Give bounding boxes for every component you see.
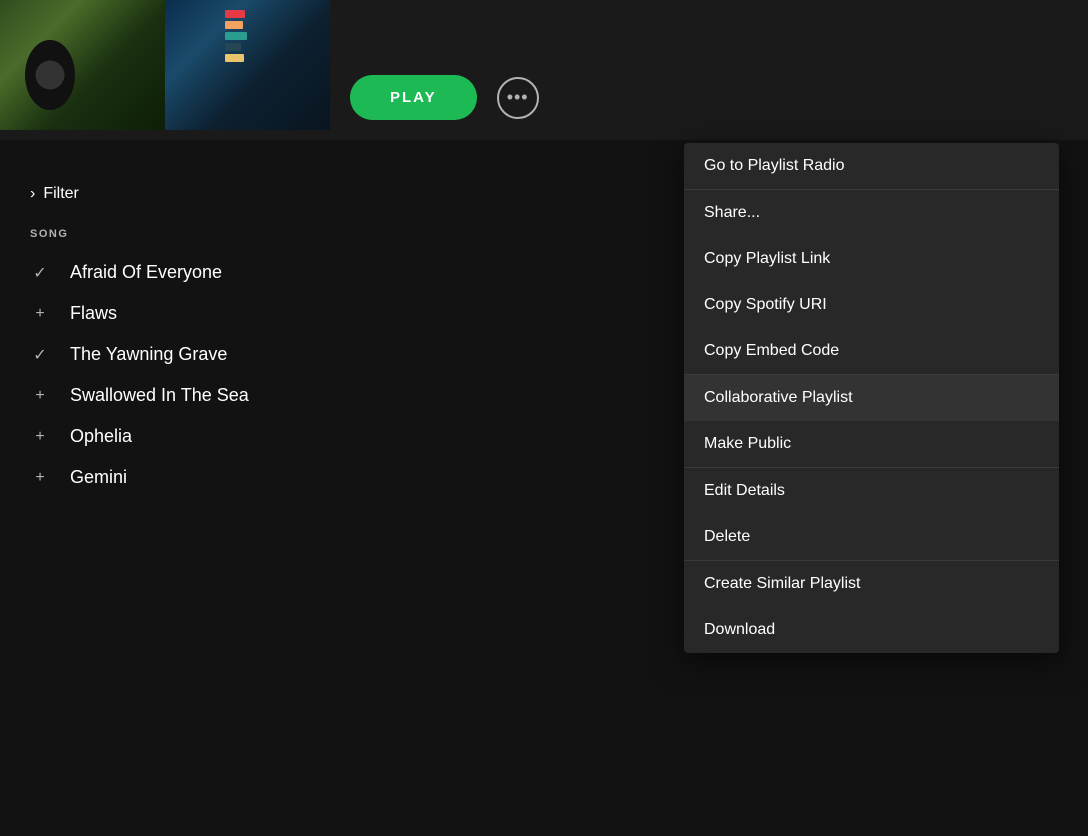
song-row[interactable]: + Ophelia bbox=[0, 416, 680, 457]
filter-area: ‹ Filter bbox=[0, 165, 680, 223]
context-menu-section-create: Create Similar Playlist Download bbox=[684, 561, 1059, 653]
song-row[interactable]: + Swallowed In The Sea bbox=[0, 375, 680, 416]
song-add-icon: + bbox=[30, 428, 50, 446]
controls-area: PLAY ••• bbox=[350, 75, 539, 120]
download-item[interactable]: Download bbox=[684, 607, 1059, 653]
filter-chevron: ‹ bbox=[30, 185, 35, 203]
song-title: Swallowed In The Sea bbox=[70, 385, 249, 406]
go-to-playlist-radio-item[interactable]: Go to Playlist Radio bbox=[684, 143, 1059, 189]
song-row[interactable]: + Gemini bbox=[0, 457, 680, 498]
song-add-icon: + bbox=[30, 387, 50, 405]
context-menu-section-edit: Edit Details Delete bbox=[684, 468, 1059, 561]
color-bar-4 bbox=[225, 43, 241, 51]
play-button[interactable]: PLAY bbox=[350, 75, 477, 120]
song-add-icon: + bbox=[30, 305, 50, 323]
album-art-left bbox=[0, 0, 165, 130]
context-menu-section-share: Share... Copy Playlist Link Copy Spotify… bbox=[684, 190, 1059, 375]
song-check-icon: ✓ bbox=[30, 263, 50, 283]
color-bar-5 bbox=[225, 54, 244, 62]
collaborative-playlist-item[interactable]: Collaborative Playlist bbox=[684, 375, 1059, 421]
song-check-icon: ✓ bbox=[30, 345, 50, 365]
song-title: Afraid Of Everyone bbox=[70, 262, 222, 283]
context-menu-section-radio: Go to Playlist Radio bbox=[684, 143, 1059, 190]
song-row[interactable]: + Flaws bbox=[0, 293, 680, 334]
edit-details-item[interactable]: Edit Details bbox=[684, 468, 1059, 514]
color-bars bbox=[225, 10, 247, 62]
ellipsis-icon: ••• bbox=[507, 87, 529, 108]
color-bar-2 bbox=[225, 21, 243, 29]
color-bar-3 bbox=[225, 32, 247, 40]
context-menu-section-collab: Collaborative Playlist Make Public bbox=[684, 375, 1059, 468]
song-row[interactable]: ✓ Afraid Of Everyone bbox=[0, 252, 680, 293]
header-background bbox=[0, 0, 1088, 140]
share-item[interactable]: Share... bbox=[684, 190, 1059, 236]
filter-text: Filter bbox=[43, 185, 79, 203]
context-menu: Go to Playlist Radio Share... Copy Playl… bbox=[684, 143, 1059, 653]
copy-spotify-uri-item[interactable]: Copy Spotify URI bbox=[684, 282, 1059, 328]
more-options-button[interactable]: ••• bbox=[497, 77, 539, 119]
make-public-item[interactable]: Make Public bbox=[684, 421, 1059, 467]
song-row[interactable]: ✓ The Yawning Grave bbox=[0, 334, 680, 375]
song-title: The Yawning Grave bbox=[70, 344, 227, 365]
song-list-header: SONG bbox=[0, 220, 680, 252]
song-title: Ophelia bbox=[70, 426, 132, 447]
song-title: Gemini bbox=[70, 467, 127, 488]
create-similar-playlist-item[interactable]: Create Similar Playlist bbox=[684, 561, 1059, 607]
color-bar-1 bbox=[225, 10, 245, 18]
delete-item[interactable]: Delete bbox=[684, 514, 1059, 560]
song-title: Flaws bbox=[70, 303, 117, 324]
copy-playlist-link-item[interactable]: Copy Playlist Link bbox=[684, 236, 1059, 282]
album-art-right bbox=[165, 0, 330, 130]
copy-embed-code-item[interactable]: Copy Embed Code bbox=[684, 328, 1059, 374]
song-list: SONG ✓ Afraid Of Everyone + Flaws ✓ The … bbox=[0, 220, 680, 498]
filter-label[interactable]: ‹ Filter bbox=[30, 185, 650, 203]
song-add-icon: + bbox=[30, 469, 50, 487]
